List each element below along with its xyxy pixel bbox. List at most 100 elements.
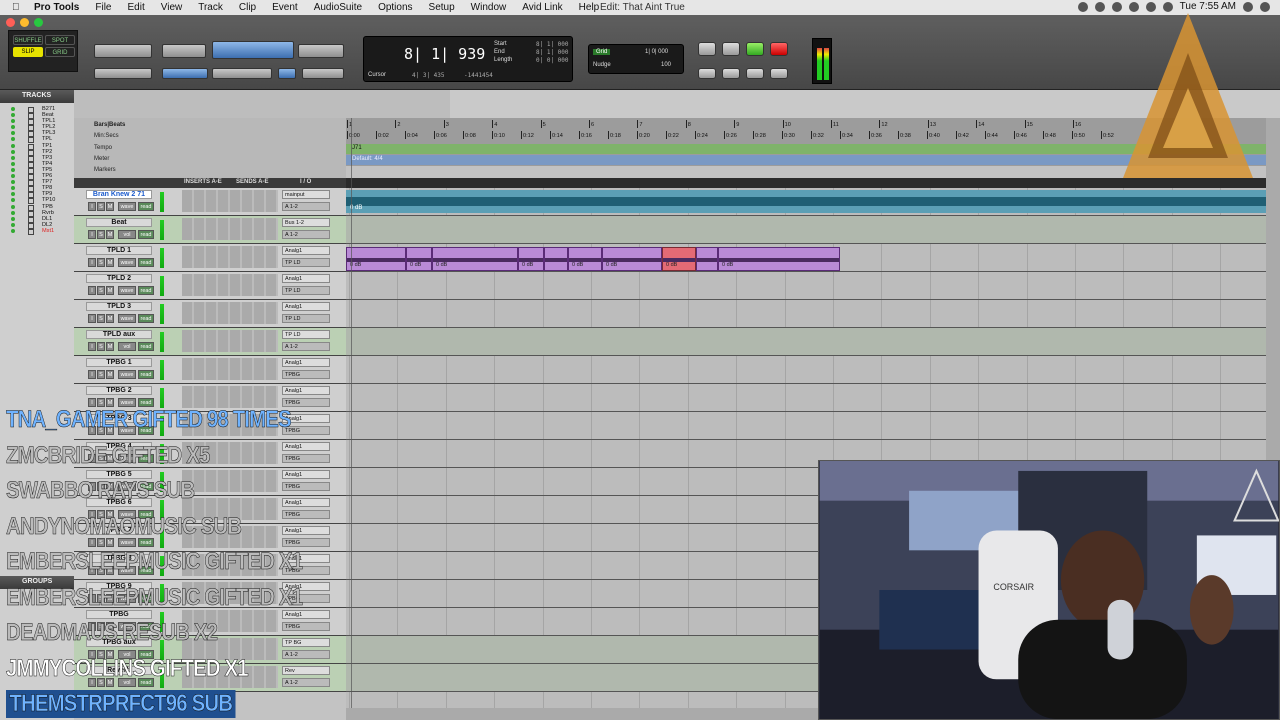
track-solo-button[interactable]: S — [97, 370, 105, 379]
inserts-header[interactable]: INSERTS A-E — [184, 179, 222, 185]
track-input-button[interactable]: I — [88, 314, 96, 323]
track-solo-button[interactable]: S — [97, 202, 105, 211]
track-name[interactable]: TPBG 2 — [86, 386, 152, 395]
track-mute-button[interactable]: M — [106, 314, 114, 323]
track-input-selector[interactable]: Analg1 — [282, 274, 330, 283]
close-icon[interactable] — [6, 18, 15, 27]
status-icon[interactable] — [1094, 1, 1105, 12]
track-view-selector[interactable]: vol — [118, 342, 136, 351]
apple-icon[interactable]:  — [12, 2, 26, 13]
automation-mode-selector[interactable]: read — [138, 202, 154, 211]
track-input-selector[interactable]: Analg1 — [282, 302, 330, 311]
track-header[interactable]: TPLD aux I S Mvol read TP LD A 1-2 — [74, 328, 346, 356]
audio-clip[interactable] — [544, 247, 568, 271]
track-output-selector[interactable]: TP LD — [282, 258, 330, 267]
track-input-selector[interactable]: Analg1 — [282, 358, 330, 367]
track-input-selector[interactable]: mainput — [282, 190, 330, 199]
audio-clip[interactable]: 0 dB — [718, 247, 840, 271]
menu-setup[interactable]: Setup — [429, 2, 455, 13]
track-header[interactable]: TPLD 3 I S Mwave read Analg1 TP LD — [74, 300, 346, 328]
track-name[interactable]: TPLD 3 — [86, 302, 152, 311]
nudge-value[interactable]: 100 — [661, 62, 671, 68]
online-button[interactable] — [698, 42, 716, 56]
audio-clip[interactable]: 0 dB — [406, 247, 432, 271]
audio-clip[interactable]: 0 dB — [518, 247, 544, 271]
zoom-icon[interactable] — [34, 18, 43, 27]
io-header[interactable]: I / O — [300, 179, 311, 185]
track-input-button[interactable]: I — [88, 230, 96, 239]
track-list-item[interactable]: Mst1 — [0, 228, 74, 235]
track-input-button[interactable]: I — [88, 202, 96, 211]
track-view-selector[interactable]: wave — [118, 258, 136, 267]
nudge-label[interactable]: Nudge — [593, 62, 611, 68]
length-value[interactable]: 0| 0| 000 — [536, 57, 569, 64]
track-mute-button[interactable]: M — [106, 202, 114, 211]
track-name[interactable]: Bran Knew 2 71 — [86, 190, 152, 199]
record-button[interactable] — [770, 42, 788, 56]
ruler-label-minsecs[interactable]: Min:Secs — [94, 133, 119, 139]
track-name[interactable]: TPLD 2 — [86, 274, 152, 283]
sends-header[interactable]: SENDS A-E — [236, 179, 268, 185]
pencil-tool[interactable] — [298, 44, 344, 58]
control-center-icon[interactable] — [1260, 1, 1270, 12]
ruler-label-markers[interactable]: Markers — [94, 167, 116, 173]
tab-to-transient-button[interactable] — [278, 68, 296, 79]
insert-slots[interactable] — [182, 302, 278, 324]
zoom-buttons[interactable] — [94, 44, 152, 58]
start-value[interactable]: 8| 1| 000 — [536, 41, 569, 48]
spot-mode-button[interactable]: SPOT — [45, 35, 75, 45]
ruler-label-tempo[interactable]: Tempo — [94, 145, 112, 151]
insert-slots[interactable] — [182, 358, 278, 380]
track-mute-button[interactable]: M — [106, 342, 114, 351]
ruler-label-meter[interactable]: Meter — [94, 156, 109, 162]
rewind-button[interactable] — [722, 68, 740, 79]
return-to-zero-button[interactable] — [698, 68, 716, 79]
menu-options[interactable]: Options — [378, 2, 412, 13]
beat-audio-clip[interactable]: 0 dB — [346, 190, 1266, 213]
insert-slots[interactable] — [182, 274, 278, 296]
track-solo-button[interactable]: S — [97, 286, 105, 295]
audio-clip[interactable]: 0 dB — [602, 247, 662, 271]
track-header[interactable]: TPLD 2 I S Mwave read Analg1 TP LD — [74, 272, 346, 300]
audio-clip[interactable] — [696, 247, 718, 271]
track-output-selector[interactable]: A 1-2 — [282, 342, 330, 351]
end-value[interactable]: 8| 1| 000 — [536, 49, 569, 56]
edit-options[interactable] — [212, 68, 272, 79]
track-header[interactable]: TPLD 1 I S Mwave read Analg1 TP LD — [74, 244, 346, 272]
track-header[interactable]: TPBG 1 I S Mwave read Analg1 TPBG — [74, 356, 346, 384]
track-solo-button[interactable]: S — [97, 258, 105, 267]
track-view-selector[interactable]: wave — [118, 286, 136, 295]
mirror-midi-button[interactable] — [302, 68, 344, 79]
track-lane[interactable] — [346, 384, 1266, 412]
track-view-selector[interactable]: wave — [118, 202, 136, 211]
track-mute-button[interactable]: M — [106, 258, 114, 267]
automation-mode-selector[interactable]: read — [138, 286, 154, 295]
zoom-presets[interactable] — [94, 68, 152, 79]
track-input-selector[interactable]: Analg1 — [282, 246, 330, 255]
menu-file[interactable]: File — [95, 2, 111, 13]
track-input-selector[interactable]: Analg1 — [282, 386, 330, 395]
track-output-selector[interactable]: TPBG — [282, 370, 330, 379]
menu-window[interactable]: Window — [471, 2, 507, 13]
automation-mode-selector[interactable]: read — [138, 258, 154, 267]
track-input-selector[interactable]: TP LD — [282, 330, 330, 339]
track-mute-button[interactable]: M — [106, 286, 114, 295]
track-lane[interactable] — [346, 300, 1266, 328]
track-input-button[interactable]: I — [88, 286, 96, 295]
track-name[interactable]: Beat — [86, 218, 152, 227]
slip-mode-button[interactable]: SLIP — [13, 47, 43, 57]
track-output-selector[interactable]: TP LD — [282, 286, 330, 295]
insert-slots[interactable] — [182, 190, 278, 212]
grid-label[interactable]: Grid — [593, 49, 611, 55]
menu-clip[interactable]: Clip — [239, 2, 256, 13]
track-output-selector[interactable]: A 1-2 — [282, 202, 330, 211]
shuffle-mode-button[interactable]: SHUFFLE — [13, 35, 43, 45]
track-name[interactable]: TPLD aux — [86, 330, 152, 339]
track-output-selector[interactable]: A 1-2 — [282, 230, 330, 239]
track-solo-button[interactable]: S — [97, 230, 105, 239]
menu-edit[interactable]: Edit — [128, 2, 145, 13]
menu-help[interactable]: Help — [579, 2, 600, 13]
track-solo-button[interactable]: S — [97, 314, 105, 323]
grid-mode-button[interactable]: GRID — [45, 47, 75, 57]
track-name[interactable]: TPLD 1 — [86, 246, 152, 255]
